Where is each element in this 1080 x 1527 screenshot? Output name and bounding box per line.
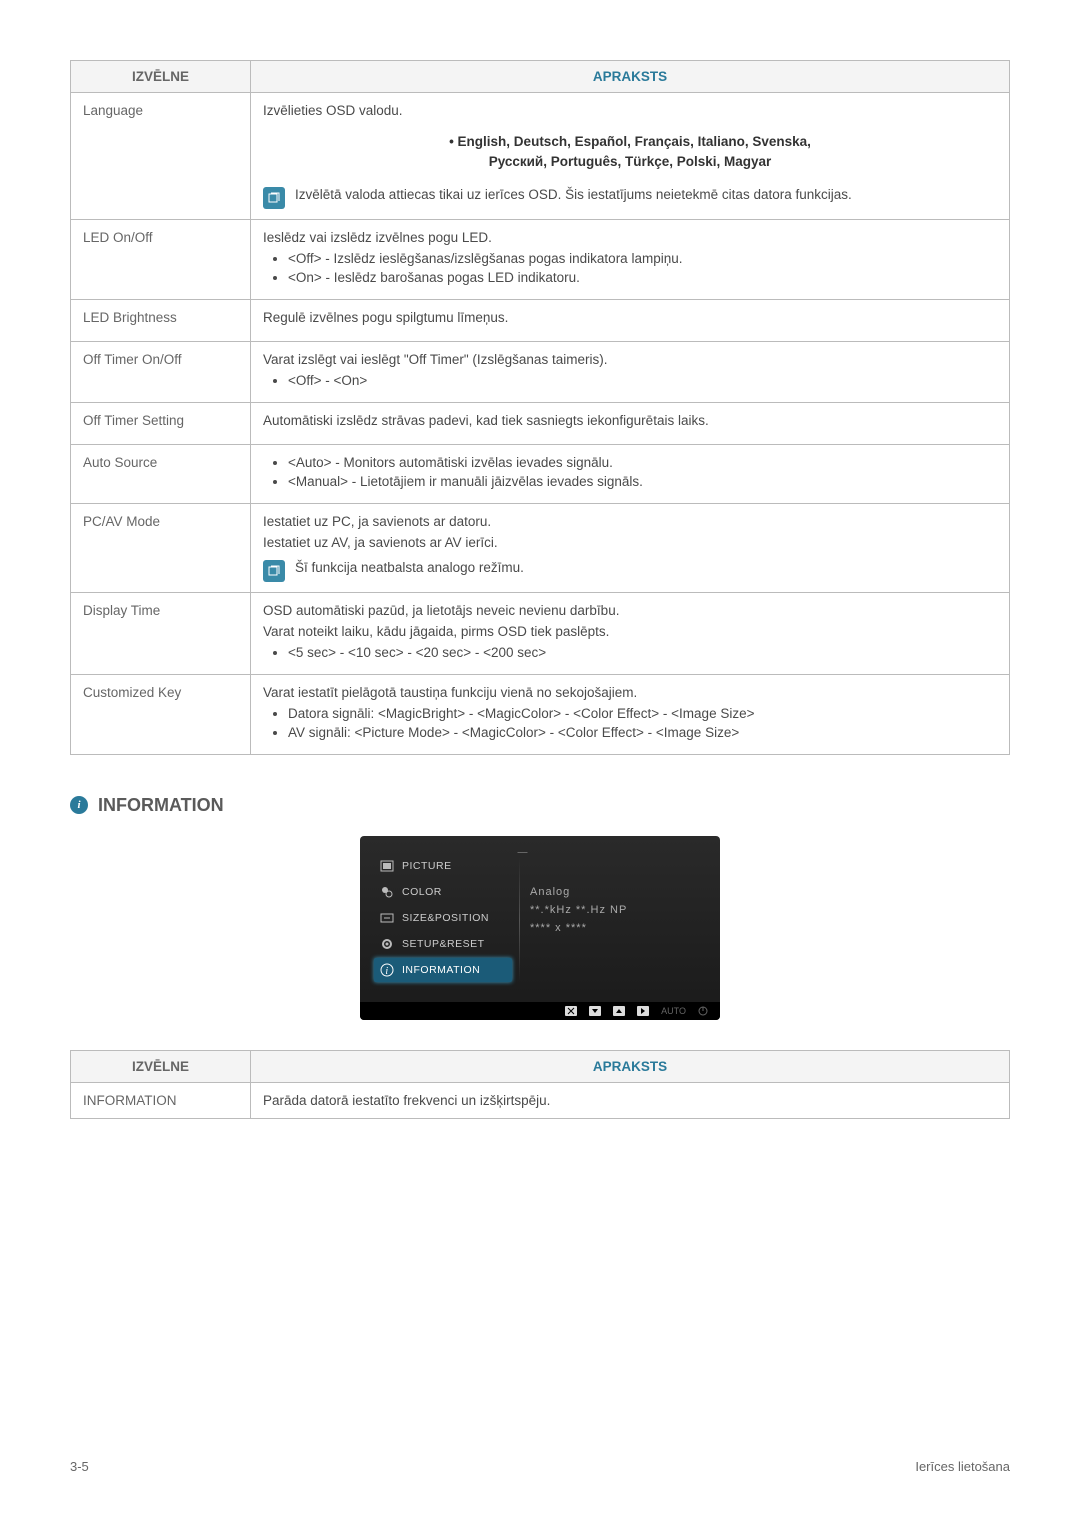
note-icon — [263, 187, 285, 209]
osd-info-res: **** x **** — [530, 922, 710, 934]
desc-text: Iestatiet uz AV, ja savienots ar AV ierī… — [263, 535, 997, 550]
up-icon — [613, 1006, 625, 1017]
info-icon: i — [380, 963, 394, 977]
menu-label: Off Timer Setting — [71, 402, 251, 444]
osd-item-label: PICTURE — [402, 860, 452, 872]
desc-text: OSD automātiski pazūd, ja lietotājs neve… — [263, 603, 997, 618]
menu-label: LED Brightness — [71, 299, 251, 341]
desc-text: Parāda datorā iestatīto frekvenci un izš… — [251, 1083, 1010, 1119]
desc-text: Varat izslēgt vai ieslēgt "Off Timer" (I… — [263, 352, 997, 367]
down-icon — [589, 1006, 601, 1017]
svg-text:i: i — [385, 966, 388, 977]
picture-icon — [380, 859, 394, 873]
osd-item-label: SIZE&POSITION — [402, 912, 489, 924]
info-table: IZVĒLNE APRAKSTS INFORMATION Parāda dato… — [70, 1050, 1010, 1119]
table-row: LED Brightness Regulē izvēlnes pogu spil… — [71, 299, 1010, 341]
page-number: 3-5 — [70, 1459, 89, 1474]
settings-table: IZVĒLNE APRAKSTS Language Izvēlieties OS… — [70, 60, 1010, 755]
desc-text: Regulē izvēlnes pogu spilgtumu līmeņus. — [263, 310, 997, 325]
list-item: <On> - Ieslēdz barošanas pogas LED indik… — [288, 270, 997, 285]
list-item: <Auto> - Monitors automātiski izvēlas ie… — [288, 455, 997, 470]
osd-item-label: SETUP&RESET — [402, 938, 485, 950]
list-item: <Off> - <On> — [288, 373, 997, 388]
color-icon — [380, 885, 394, 899]
size-icon — [380, 911, 394, 925]
table-row: Off Timer On/Off Varat izslēgt vai ieslē… — [71, 341, 1010, 402]
auto-label: AUTO — [661, 1006, 686, 1017]
osd-item-label: INFORMATION — [402, 964, 480, 976]
list-item: <Off> - Izslēdz ieslēgšanas/izslēgšanas … — [288, 251, 997, 266]
power-icon — [698, 1006, 708, 1017]
language-list-line1: • English, Deutsch, Español, Français, I… — [263, 132, 997, 152]
table-row: Auto Source <Auto> - Monitors automātisk… — [71, 444, 1010, 503]
menu-label: Language — [71, 93, 251, 220]
desc-text: Varat noteikt laiku, kādu jāgaida, pirms… — [263, 624, 997, 639]
footer-title: Ierīces lietošana — [915, 1459, 1010, 1474]
section-title-text: INFORMATION — [98, 795, 224, 816]
menu-label: INFORMATION — [71, 1083, 251, 1119]
desc-text: Varat iestatīt pielāgotā taustiņa funkci… — [263, 685, 997, 700]
table-row: Customized Key Varat iestatīt pielāgotā … — [71, 674, 1010, 754]
menu-label: Customized Key — [71, 674, 251, 754]
table-row: Language Izvēlieties OSD valodu. • Engli… — [71, 93, 1010, 220]
list-item: AV signāli: <Picture Mode> - <MagicColor… — [288, 725, 997, 740]
desc-text: Ieslēdz vai izslēdz izvēlnes pogu LED. — [263, 230, 997, 245]
section-heading: i INFORMATION — [70, 795, 1010, 816]
note-icon — [263, 560, 285, 582]
right-icon — [637, 1006, 649, 1017]
osd-info-freq: **.*kHz **.Hz NP — [530, 904, 710, 916]
list-item: Datora signāli: <MagicBright> - <MagicCo… — [288, 706, 997, 721]
header-desc: APRAKSTS — [251, 61, 1010, 93]
menu-label: PC/AV Mode — [71, 503, 251, 592]
header-menu: IZVĒLNE — [71, 61, 251, 93]
gear-icon — [380, 937, 394, 951]
table-row: PC/AV Mode Iestatiet uz PC, ja savienots… — [71, 503, 1010, 592]
menu-label: Display Time — [71, 592, 251, 674]
note-text: Izvēlētā valoda attiecas tikai uz ierīce… — [295, 187, 852, 202]
osd-item-sizepos: SIZE&POSITION — [374, 906, 512, 930]
list-item: <Manual> - Lietotājiem ir manuāli jāizvē… — [288, 474, 997, 489]
osd-item-color: COLOR — [374, 880, 512, 904]
osd-item-picture: PICTURE — [374, 854, 512, 878]
table-row: Display Time OSD automātiski pazūd, ja l… — [71, 592, 1010, 674]
close-icon — [565, 1006, 577, 1017]
table-row: INFORMATION Parāda datorā iestatīto frek… — [71, 1083, 1010, 1119]
osd-item-information: i INFORMATION — [374, 958, 512, 982]
osd-panel: PICTURE COLOR SIZE&POSITION SETUP&RESET … — [360, 836, 720, 1021]
header-menu: IZVĒLNE — [71, 1051, 251, 1083]
desc-text: Iestatiet uz PC, ja savienots ar datoru. — [263, 514, 997, 529]
desc-text: Izvēlieties OSD valodu. — [263, 103, 997, 118]
info-icon: i — [70, 796, 88, 814]
osd-item-setup: SETUP&RESET — [374, 932, 512, 956]
desc-text: Automātiski izslēdz strāvas padevi, kad … — [263, 413, 997, 428]
menu-label: Off Timer On/Off — [71, 341, 251, 402]
list-item: <5 sec> - <10 sec> - <20 sec> - <200 sec… — [288, 645, 997, 660]
menu-label: Auto Source — [71, 444, 251, 503]
osd-footer: AUTO — [360, 1002, 720, 1021]
table-row: Off Timer Setting Automātiski izslēdz st… — [71, 402, 1010, 444]
page-footer: 3-5 Ierīces lietošana — [70, 1459, 1010, 1474]
osd-info-analog: Analog — [530, 886, 710, 898]
table-row: LED On/Off Ieslēdz vai izslēdz izvēlnes … — [71, 219, 1010, 299]
menu-label: LED On/Off — [71, 219, 251, 299]
header-desc: APRAKSTS — [251, 1051, 1010, 1083]
note-text: Šī funkcija neatbalsta analogo režīmu. — [295, 560, 524, 575]
language-list-line2: Русский, Português, Türkçe, Polski, Magy… — [263, 152, 997, 172]
osd-item-label: COLOR — [402, 886, 442, 898]
